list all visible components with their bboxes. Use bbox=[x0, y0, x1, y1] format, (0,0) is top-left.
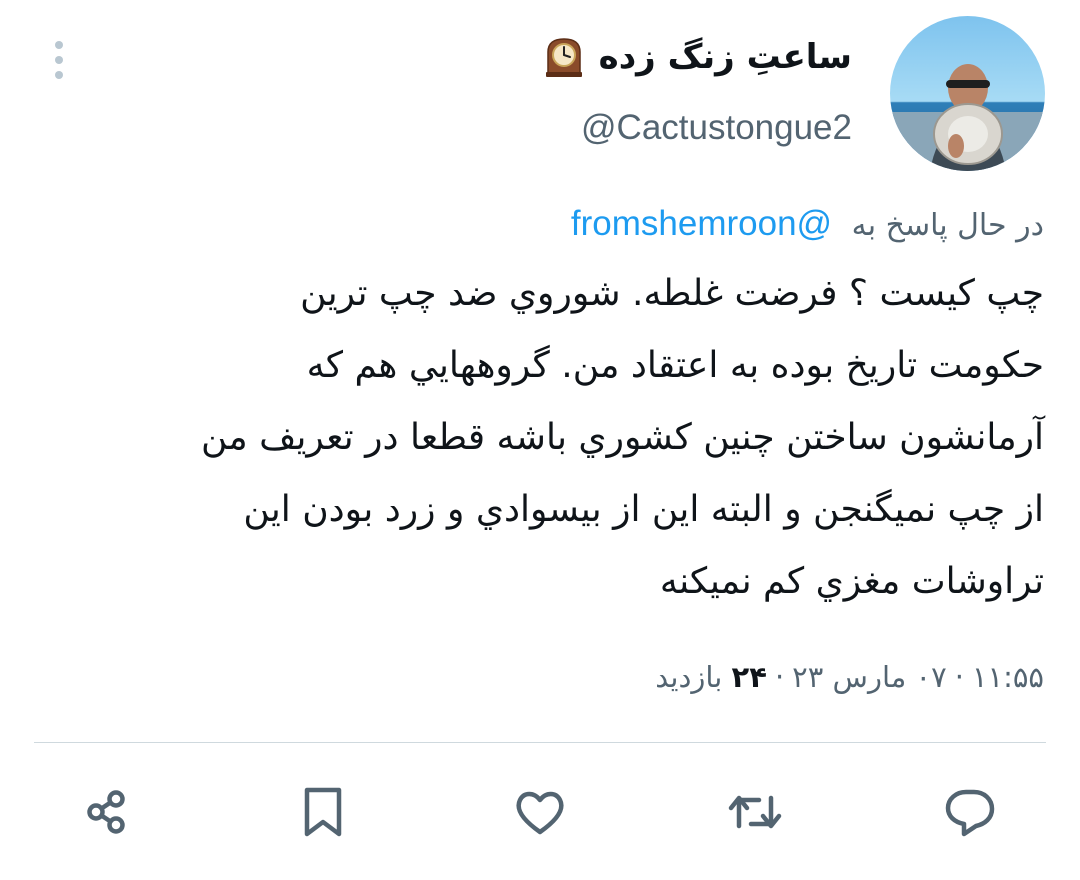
tweet-detail: ساعتِ زنگ زده @Cactustongue2 در حال پاسخ… bbox=[0, 0, 1080, 880]
mantelpiece-clock-icon bbox=[543, 36, 585, 78]
tweet-time[interactable]: ۱۱:۵۵ bbox=[972, 660, 1044, 694]
reply-icon bbox=[945, 789, 995, 837]
like-icon bbox=[516, 791, 564, 835]
tweet-text-line: از چپ نميگنجن و البته اين از بيسوادي و ز… bbox=[243, 489, 1044, 530]
share-icon bbox=[87, 790, 125, 834]
retweet-button[interactable] bbox=[725, 782, 785, 842]
tweet-text-line: حكومت تاريخ بوده به اعتقاد من. گروههايي … bbox=[306, 345, 1044, 386]
tweet-text-line: آرمانشون ساختن چنين كشوري باشه قطعا در ت… bbox=[201, 417, 1044, 458]
tweet-date[interactable]: ۰۷ مارس ۲۳ bbox=[792, 660, 947, 694]
meta-separator: · bbox=[954, 660, 964, 694]
views-label: بازدید bbox=[655, 660, 723, 694]
replying-to-label: در حال پاسخ به bbox=[851, 208, 1044, 243]
share-button[interactable] bbox=[76, 782, 136, 842]
meta-separator: · bbox=[774, 660, 785, 694]
tweet-text: چپ كيست ؟ فرضت غلطه. شوروي ضد چپ ترين حك… bbox=[34, 258, 1044, 618]
display-name-text: ساعتِ زنگ زده bbox=[598, 37, 852, 77]
replying-to: در حال پاسخ به @fromshemroon bbox=[571, 204, 1044, 244]
views-count: ۲۴ bbox=[731, 660, 767, 694]
avatar-photo bbox=[890, 16, 1045, 171]
more-options-icon[interactable] bbox=[44, 36, 74, 86]
avatar[interactable] bbox=[890, 16, 1045, 171]
divider bbox=[34, 742, 1046, 743]
tweet-text-line: چپ كيست ؟ فرضت غلطه. شوروي ضد چپ ترين bbox=[300, 273, 1044, 314]
action-bar bbox=[0, 782, 1080, 842]
user-handle[interactable]: @Cactustongue2 bbox=[581, 108, 852, 148]
display-name[interactable]: ساعتِ زنگ زده bbox=[543, 36, 852, 78]
tweet-meta: ۱۱:۵۵·۰۷ مارس ۲۳·۲۴ بازدید bbox=[655, 660, 1044, 694]
like-button[interactable] bbox=[510, 782, 570, 842]
bookmark-icon bbox=[304, 787, 342, 837]
retweet-icon bbox=[728, 795, 782, 829]
tweet-text-line: تراوشات مغزي كم نميكنه bbox=[659, 561, 1044, 602]
bookmark-button[interactable] bbox=[293, 782, 353, 842]
reply-button[interactable] bbox=[940, 782, 1000, 842]
reply-mention-link[interactable]: @fromshemroon bbox=[571, 204, 832, 243]
